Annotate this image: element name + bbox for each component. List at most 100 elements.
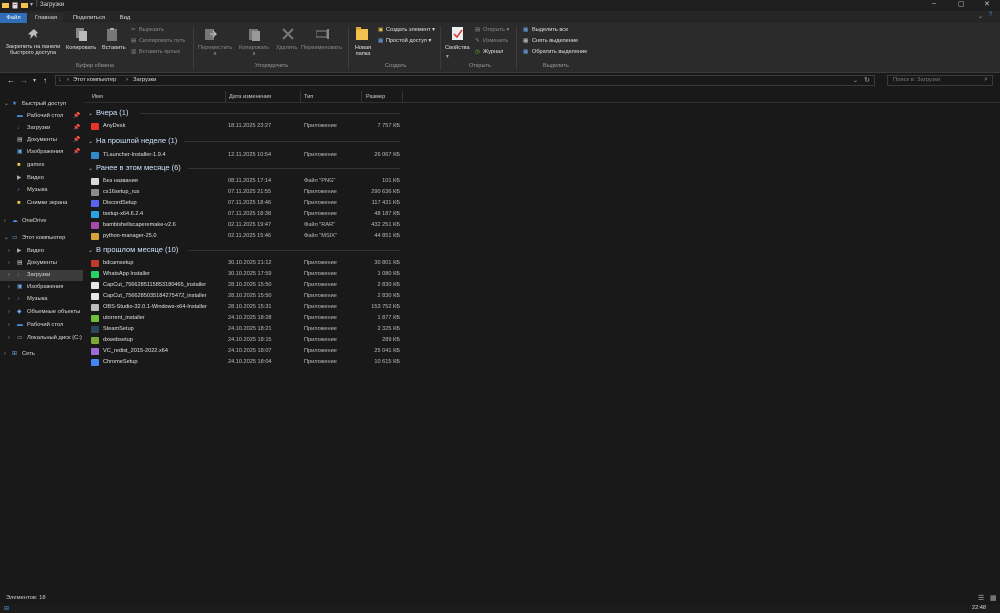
address-bar[interactable]: ↓ › Этот компьютер › Загрузки ⌄ ↻ [55, 75, 875, 86]
file-row[interactable]: dxwebsetup 24.10.2025 18:15 Приложение 289 … [88, 335, 408, 346]
maximize-button[interactable]: ▢ [958, 0, 965, 8]
refresh-icon[interactable]: ↻ [864, 76, 870, 84]
group-header[interactable]: ⌄ В прошлом месяце (10) [88, 245, 400, 255]
file-row[interactable]: OBS-Studio-32.0.1-Windows-x64-Installer 2… [88, 302, 408, 313]
tab-view[interactable]: Вид [114, 13, 136, 23]
paste-button[interactable]: Вставить [102, 45, 126, 51]
file-row[interactable]: SteamSetup 24.10.2025 18:21 Приложение 2 32… [88, 324, 408, 335]
nav-pc-music[interactable]: › ♪ Музыка [0, 294, 83, 305]
file-row[interactable]: utorrent_installer 24.10.2025 18:28 Прилож… [88, 313, 408, 324]
copy-button[interactable]: Копировать [66, 45, 96, 51]
file-row[interactable]: WhatsApp Installer 30.10.2025 17:59 Прилож… [88, 269, 408, 280]
nav-pc-pictures[interactable]: › ▣ Изображения [0, 282, 83, 293]
nav-item-pictures[interactable]: ▣ Изображения 📌 [0, 147, 83, 158]
nav-pc-desktop[interactable]: › ▬ Рабочий стол [0, 320, 83, 331]
minimize-button[interactable]: – [932, 0, 936, 7]
group-header[interactable]: ⌄ На прошлой неделе (1) [88, 136, 400, 146]
file-row[interactable]: bdcamsetup 30.10.2025 21:12 Приложение 30 8… [88, 258, 408, 269]
easy-access-button[interactable]: Простой доступ ▾ [386, 38, 431, 44]
invert-selection-button[interactable]: Обратить выделение [532, 49, 587, 55]
file-row[interactable]: VC_redist_2015-2022.x64 24.10.2025 18:07 П… [88, 346, 408, 357]
nav-item-games[interactable]: ■ games [0, 160, 83, 171]
select-none-button[interactable]: Снять выделение [532, 38, 578, 44]
column-name[interactable]: Имя [92, 94, 103, 100]
group-header[interactable]: ⌄ Ранее в этом месяце (6) [88, 163, 400, 173]
expand-chevron-icon[interactable]: ⌄ [4, 233, 9, 244]
expand-chevron-icon[interactable]: › [4, 349, 6, 360]
nav-item-video[interactable]: ▶ Видео [0, 173, 83, 184]
nav-pc-downloads[interactable]: › ↓ Загрузки [0, 270, 83, 281]
history-button[interactable]: Журнал [483, 49, 503, 55]
file-row[interactable]: AnyDesk 18.11.2025 23:27 Приложение 7 757 К… [88, 121, 408, 132]
file-row[interactable]: TLauncher-Installer-1.9.4 12.11.2025 10:5… [88, 150, 408, 161]
nav-pc-3d-objects[interactable]: › ◆ Объемные объекты [0, 307, 83, 318]
copy-path-button[interactable]: Скопировать путь [139, 38, 185, 44]
file-row[interactable]: ChromeSetup 24.10.2025 18:04 Приложение 10 … [88, 357, 408, 368]
forward-arrow-icon[interactable]: → [20, 76, 28, 85]
details-view-icon[interactable]: ☰ [978, 594, 984, 602]
expand-chevron-icon[interactable]: › [8, 320, 10, 331]
file-row[interactable]: DiscordSetup 07.11.2025 18:46 Приложение 11… [88, 198, 408, 209]
tab-share[interactable]: Поделиться [66, 13, 112, 23]
expand-chevron-icon[interactable]: › [8, 294, 10, 305]
move-to-button[interactable]: Переместить в [198, 45, 232, 57]
delete-button[interactable]: Удалить [276, 45, 297, 51]
expand-chevron-icon[interactable]: › [8, 282, 10, 293]
paste-shortcut-button[interactable]: Вставить ярлык [139, 49, 180, 55]
nav-item-music[interactable]: ♪ Музыка [0, 185, 83, 196]
help-icon[interactable]: ? [989, 12, 992, 18]
nav-onedrive[interactable]: › ☁ OneDrive [0, 216, 83, 227]
nav-quick-access[interactable]: ⌄ ★ Быстрый доступ [0, 99, 83, 110]
column-divider[interactable] [300, 91, 301, 103]
recent-locations-icon[interactable]: ▾ [33, 77, 36, 84]
nav-item-documents[interactable]: ▤ Документы 📌 [0, 135, 83, 146]
properties-button[interactable]: Свойства [445, 45, 470, 51]
nav-pc-video[interactable]: › ▶ Видео [0, 246, 83, 257]
expand-chevron-icon[interactable]: › [8, 270, 10, 281]
tiles-view-icon[interactable]: ▦ [990, 594, 997, 602]
collapse-chevron-icon[interactable]: ⌄ [88, 139, 93, 145]
column-type[interactable]: Тип [304, 94, 313, 100]
breadcrumb-chevron-icon[interactable]: › [126, 77, 128, 83]
close-button[interactable]: ✕ [984, 0, 990, 8]
file-row[interactable]: bambishellscaperemake-v2.6 02.11.2025 19:… [88, 220, 408, 231]
file-row[interactable]: CapCut_7566285115853180465_installer 28.1… [88, 280, 408, 291]
expand-chevron-icon[interactable]: ⌄ [4, 99, 9, 110]
expand-chevron-icon[interactable]: › [8, 246, 10, 257]
file-row[interactable]: tsetup-x64.6.2.4 07.11.2025 18:38 Приложен… [88, 209, 408, 220]
collapse-chevron-icon[interactable]: ⌄ [88, 111, 93, 117]
tab-file[interactable]: Файл [0, 13, 27, 23]
nav-this-pc[interactable]: ⌄ ▭ Этот компьютер [0, 233, 83, 244]
expand-chevron-icon[interactable]: › [4, 216, 6, 227]
copy-to-button[interactable]: Копировать в [237, 45, 271, 57]
search-box[interactable]: Поиск в: Загрузки ⌕ [887, 75, 993, 86]
tab-home[interactable]: Главная [29, 13, 63, 23]
column-date[interactable]: Дата изменения [229, 94, 271, 100]
breadcrumb-chevron-icon[interactable]: › [67, 77, 69, 83]
nav-item-downloads[interactable]: ↓ Загрузки 📌 [0, 123, 83, 134]
new-folder-quick-icon[interactable] [21, 2, 28, 9]
new-folder-button[interactable]: Новая папка [352, 45, 374, 57]
nav-item-screenshots[interactable]: ■ Снимки экрана [0, 198, 83, 209]
back-arrow-icon[interactable]: ← [7, 76, 15, 85]
edit-button[interactable]: Изменить [483, 38, 508, 44]
column-size[interactable]: Размер [366, 94, 385, 100]
column-divider[interactable] [225, 91, 226, 103]
breadcrumb-this-pc[interactable]: Этот компьютер [73, 77, 116, 83]
column-divider[interactable] [361, 91, 362, 103]
file-row[interactable]: CapCut_7566285035184275472_installer 28.1… [88, 291, 408, 302]
file-row[interactable]: python-manager-25.0 02.11.2025 15:46 Файл … [88, 231, 408, 242]
expand-chevron-icon[interactable]: › [8, 307, 10, 318]
quick-access-dropdown-icon[interactable]: ▾ [30, 1, 33, 8]
expand-chevron-icon[interactable]: › [8, 333, 10, 344]
column-divider[interactable] [402, 91, 403, 103]
ribbon-collapse-icon[interactable]: ⌄ [978, 13, 983, 20]
breadcrumb-downloads[interactable]: Загрузки [133, 77, 156, 83]
collapse-chevron-icon[interactable]: ⌄ [88, 248, 93, 254]
address-dropdown-icon[interactable]: ⌄ [853, 77, 858, 84]
file-row[interactable]: cs16setup_rus 07.11.2025 21:55 Приложение 2… [88, 187, 408, 198]
pin-button[interactable]: Закрепить на панели быстрого доступа [3, 44, 63, 56]
up-arrow-icon[interactable]: ↑ [43, 76, 47, 85]
nav-item-desktop[interactable]: ▬ Рабочий стол 📌 [0, 111, 83, 122]
properties-dropdown-icon[interactable]: ▾ [446, 54, 449, 60]
